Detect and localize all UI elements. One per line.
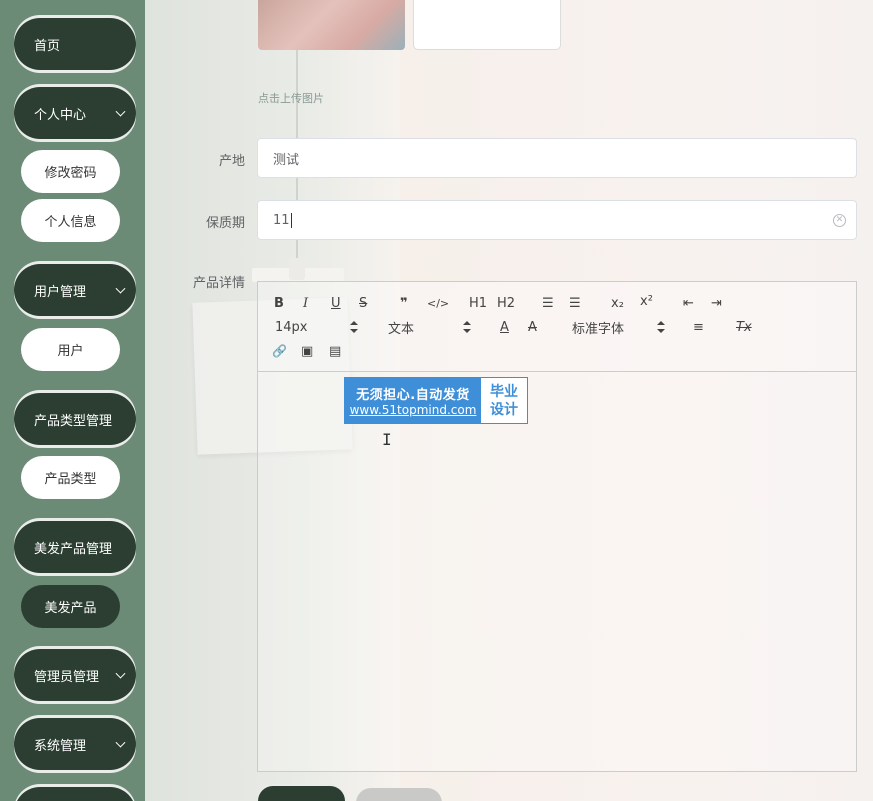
shelf-life-label: 保质期 [205, 216, 245, 231]
promo-banner-side1: 毕业 [490, 383, 518, 400]
outdent-icon[interactable]: ⇤ [683, 294, 694, 312]
nav-hair-product-management[interactable]: 美发产品管理 [14, 521, 136, 573]
clear-icon[interactable]: ✕ [833, 214, 846, 227]
nav-product-type[interactable]: 产品类型 [21, 456, 120, 499]
bold-icon[interactable]: B [274, 294, 284, 312]
promo-banner-side2: 设计 [490, 401, 518, 418]
submit-button[interactable] [258, 786, 345, 801]
strike-icon[interactable]: S [359, 294, 367, 312]
nav-home-label: 首页 [34, 38, 61, 54]
sidebar: 首页 个人中心 修改密码 个人信息 用户管理 用户 产品类型管理 产品类型 美发… [0, 0, 145, 801]
origin-value: 测试 [273, 152, 300, 168]
nav-system-management-label: 系统管理 [34, 738, 87, 754]
quote-icon[interactable]: ❞ [400, 294, 408, 312]
decoration-pin [289, 258, 305, 280]
origin-label: 产地 [218, 154, 245, 169]
nav-user[interactable]: 用户 [21, 328, 120, 371]
link-icon[interactable]: 🔗 [272, 342, 287, 360]
text-style-updown-icon [463, 321, 471, 333]
nav-product-type-label: 产品类型 [44, 472, 97, 487]
text-style-select[interactable]: 文本 [388, 318, 414, 337]
chevron-down-icon [115, 106, 126, 117]
nav-change-password[interactable]: 修改密码 [21, 150, 120, 193]
nav-hair-product-management-label: 美发产品管理 [34, 541, 113, 557]
superscript-icon[interactable]: x² [640, 292, 653, 310]
rich-text-editor[interactable]: B I U S ❞ </> H1 H2 ☰ ☰ x₂ x² ⇤ ⇥ 14px 文… [257, 281, 857, 772]
nav-user-management[interactable]: 用户管理 [14, 264, 136, 316]
clear-format-icon[interactable]: Tx [736, 318, 752, 336]
ordered-list-icon[interactable]: ☰ [542, 294, 554, 312]
promo-banner-main: 无须担心.自动发货 www.51topmind.com [345, 378, 481, 423]
chevron-down-icon [115, 283, 126, 294]
align-icon[interactable]: ≡ [693, 318, 704, 336]
nav-personal-info[interactable]: 个人信息 [21, 199, 120, 242]
chevron-down-icon [115, 737, 126, 748]
shelf-life-value: 11 [273, 212, 290, 228]
font-size-select[interactable]: 14px [275, 318, 308, 336]
font-family-updown-icon [657, 321, 665, 333]
nav-system-management[interactable]: 系统管理 [14, 718, 136, 770]
nav-user-label: 用户 [57, 344, 84, 359]
h2-icon[interactable]: H2 [497, 294, 515, 312]
font-size-updown-icon [350, 321, 358, 333]
upload-hint[interactable]: 点击上传图片 [258, 90, 324, 106]
nav-user-management-label: 用户管理 [34, 284, 87, 300]
nav-personal-info-label: 个人信息 [44, 215, 97, 230]
detail-label: 产品详情 [192, 276, 245, 291]
h1-icon[interactable]: H1 [469, 294, 487, 312]
shelf-life-input[interactable]: 11 ✕ [257, 200, 857, 240]
subscript-icon[interactable]: x₂ [611, 294, 624, 312]
bullet-list-icon[interactable]: ☰ [569, 294, 581, 312]
upload-image-slot[interactable] [413, 0, 561, 50]
code-icon[interactable]: </> [427, 294, 449, 312]
nav-personal-center[interactable]: 个人中心 [14, 87, 136, 139]
text-caret [290, 212, 292, 228]
image-icon[interactable]: ▣ [301, 342, 313, 360]
nav-hair-product-label: 美发产品 [44, 601, 97, 616]
editor-toolbar: B I U S ❞ </> H1 H2 ☰ ☰ x₂ x² ⇤ ⇥ 14px 文… [258, 282, 856, 372]
origin-input[interactable]: 测试 [257, 138, 857, 178]
nav-personal-center-label: 个人中心 [34, 107, 87, 123]
cancel-button[interactable] [356, 788, 442, 801]
nav-home[interactable]: 首页 [14, 18, 136, 70]
nav-more[interactable] [14, 787, 136, 801]
promo-banner-line1: 无须担心.自动发货 [356, 388, 470, 403]
background-color-icon[interactable]: A [528, 318, 537, 336]
nav-hair-product[interactable]: 美发产品 [21, 585, 120, 628]
font-family-select[interactable]: 标准字体 [572, 318, 624, 337]
chevron-down-icon [115, 668, 126, 679]
italic-icon[interactable]: I [303, 294, 308, 312]
uploaded-image-thumbnail[interactable] [258, 0, 405, 50]
promo-banner-line2[interactable]: www.51topmind.com [350, 403, 477, 417]
video-icon[interactable]: ▤ [329, 342, 341, 360]
nav-admin-management[interactable]: 管理员管理 [14, 649, 136, 701]
nav-product-type-management-label: 产品类型管理 [34, 413, 113, 429]
promo-banner[interactable]: 无须担心.自动发货 www.51topmind.com 毕业 设计 [344, 377, 528, 424]
underline-icon[interactable]: U [331, 294, 341, 312]
nav-change-password-label: 修改密码 [44, 166, 97, 181]
indent-icon[interactable]: ⇥ [711, 294, 722, 312]
promo-banner-side: 毕业 设计 [481, 378, 527, 423]
nav-admin-management-label: 管理员管理 [34, 669, 100, 685]
font-color-icon[interactable]: A [500, 318, 509, 336]
nav-product-type-management[interactable]: 产品类型管理 [14, 393, 136, 445]
ibeam-cursor-icon: I [382, 430, 392, 449]
